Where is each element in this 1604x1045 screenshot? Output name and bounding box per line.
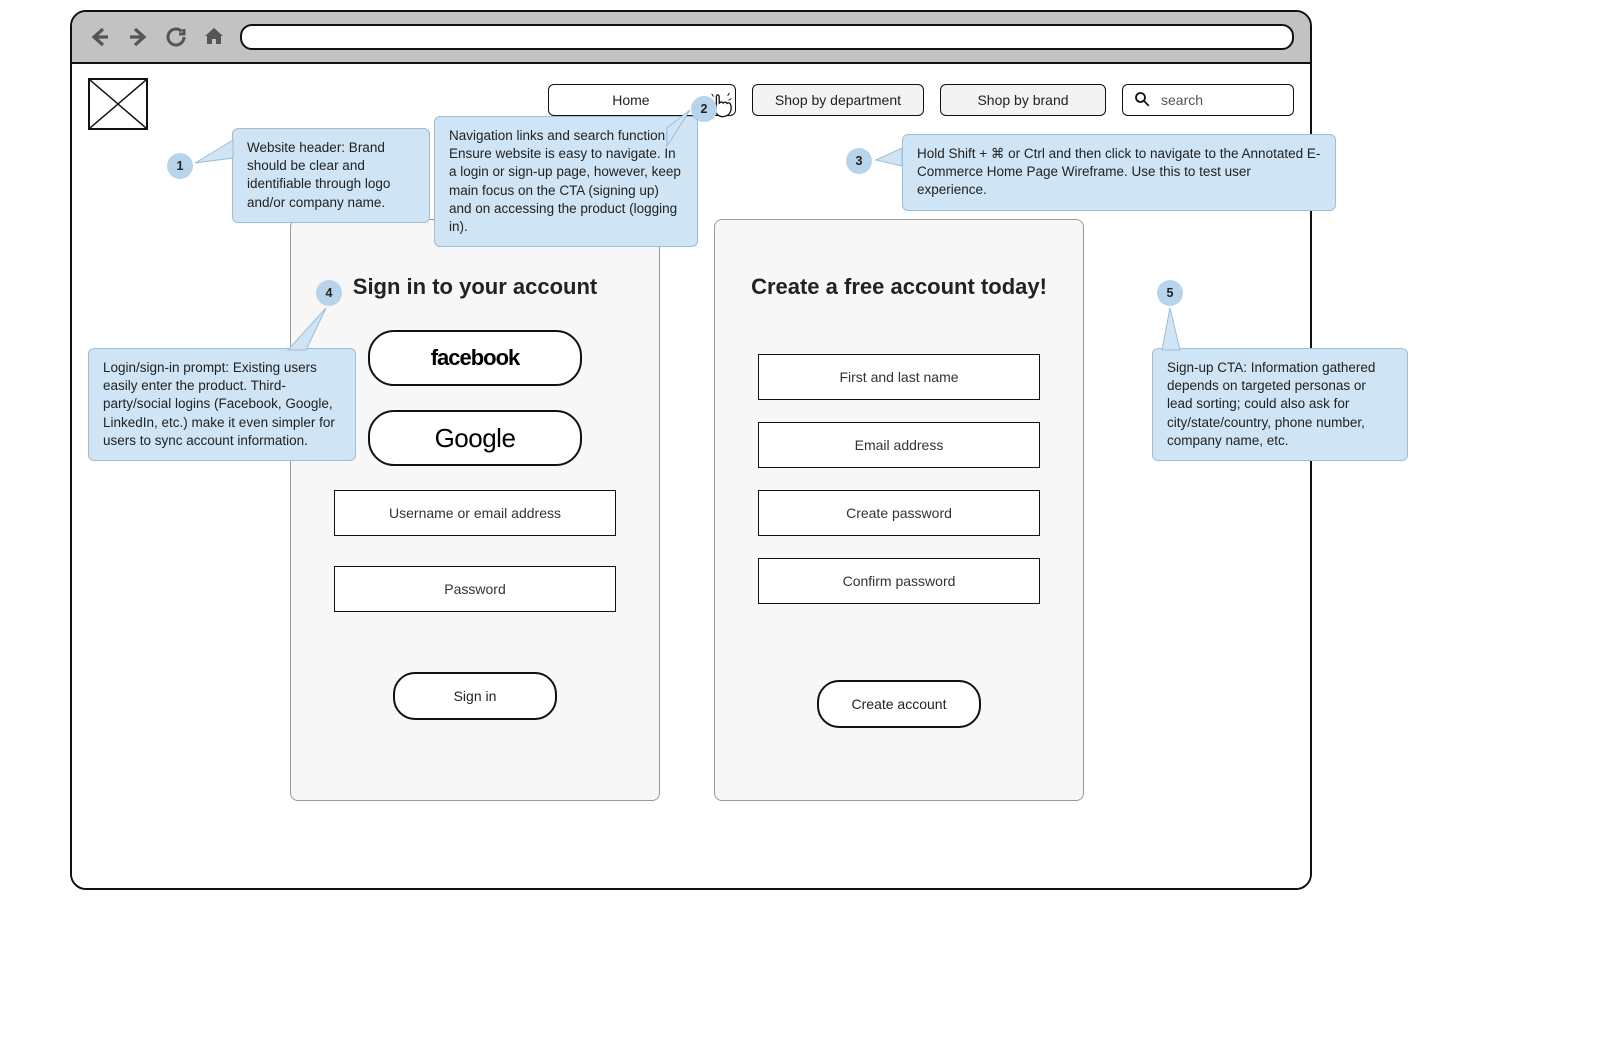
signin-password-field[interactable]: Password bbox=[334, 566, 616, 612]
annotation-badge-5: 5 bbox=[1157, 280, 1183, 306]
signin-title: Sign in to your account bbox=[353, 274, 597, 300]
facebook-login-button[interactable]: facebook bbox=[368, 330, 582, 386]
nav-shop-brand[interactable]: Shop by brand bbox=[940, 84, 1106, 116]
browser-toolbar bbox=[72, 12, 1310, 64]
nav-brand-label: Shop by brand bbox=[977, 92, 1068, 108]
annotation-note-3: Hold Shift + ⌘ or Ctrl and then click to… bbox=[902, 134, 1336, 211]
signup-email-label: Email address bbox=[855, 437, 944, 453]
create-account-button[interactable]: Create account bbox=[817, 680, 981, 728]
search-icon bbox=[1133, 90, 1151, 111]
search-input[interactable]: search bbox=[1122, 84, 1294, 116]
annotation-badge-4: 4 bbox=[316, 280, 342, 306]
primary-nav: Home Shop by department Shop by brand se… bbox=[548, 84, 1294, 116]
home-icon[interactable] bbox=[202, 25, 226, 49]
signup-confirm-label: Confirm password bbox=[843, 573, 956, 589]
search-placeholder: search bbox=[1161, 92, 1203, 108]
create-account-label: Create account bbox=[852, 696, 947, 712]
signup-password-field[interactable]: Create password bbox=[758, 490, 1040, 536]
annotation-note-4: Login/sign-in prompt: Existing users eas… bbox=[88, 348, 356, 461]
annotation-note-5: Sign-up CTA: Information gathered depend… bbox=[1152, 348, 1408, 461]
nav-dept-label: Shop by department bbox=[775, 92, 901, 108]
signin-password-label: Password bbox=[444, 581, 505, 597]
signup-panel: Create a free account today! First and l… bbox=[714, 219, 1084, 801]
signin-username-label: Username or email address bbox=[389, 505, 561, 521]
annotation-note-1: Website header: Brand should be clear an… bbox=[232, 128, 430, 223]
signin-username-field[interactable]: Username or email address bbox=[334, 490, 616, 536]
signup-title: Create a free account today! bbox=[751, 274, 1047, 300]
signin-button-label: Sign in bbox=[454, 688, 497, 704]
annotation-note-2: Navigation links and search function: En… bbox=[434, 116, 698, 247]
annotation-badge-1: 1 bbox=[167, 153, 193, 179]
signup-confirm-field[interactable]: Confirm password bbox=[758, 558, 1040, 604]
signup-email-field[interactable]: Email address bbox=[758, 422, 1040, 468]
google-word: Google bbox=[435, 423, 516, 454]
facebook-word: facebook bbox=[431, 345, 520, 371]
google-login-button[interactable]: Google bbox=[368, 410, 582, 466]
signup-password-label: Create password bbox=[846, 505, 952, 521]
annotation-badge-3: 3 bbox=[846, 148, 872, 174]
signin-button[interactable]: Sign in bbox=[393, 672, 557, 720]
url-bar[interactable] bbox=[240, 24, 1294, 50]
reload-icon[interactable] bbox=[164, 25, 188, 49]
signin-panel: Sign in to your account facebook Google … bbox=[290, 219, 660, 801]
nav-shop-department[interactable]: Shop by department bbox=[752, 84, 924, 116]
signup-name-field[interactable]: First and last name bbox=[758, 354, 1040, 400]
logo-placeholder-icon bbox=[88, 78, 148, 130]
signup-name-label: First and last name bbox=[839, 369, 958, 385]
nav-home-label: Home bbox=[612, 92, 649, 108]
forward-icon[interactable] bbox=[126, 25, 150, 49]
back-icon[interactable] bbox=[88, 25, 112, 49]
